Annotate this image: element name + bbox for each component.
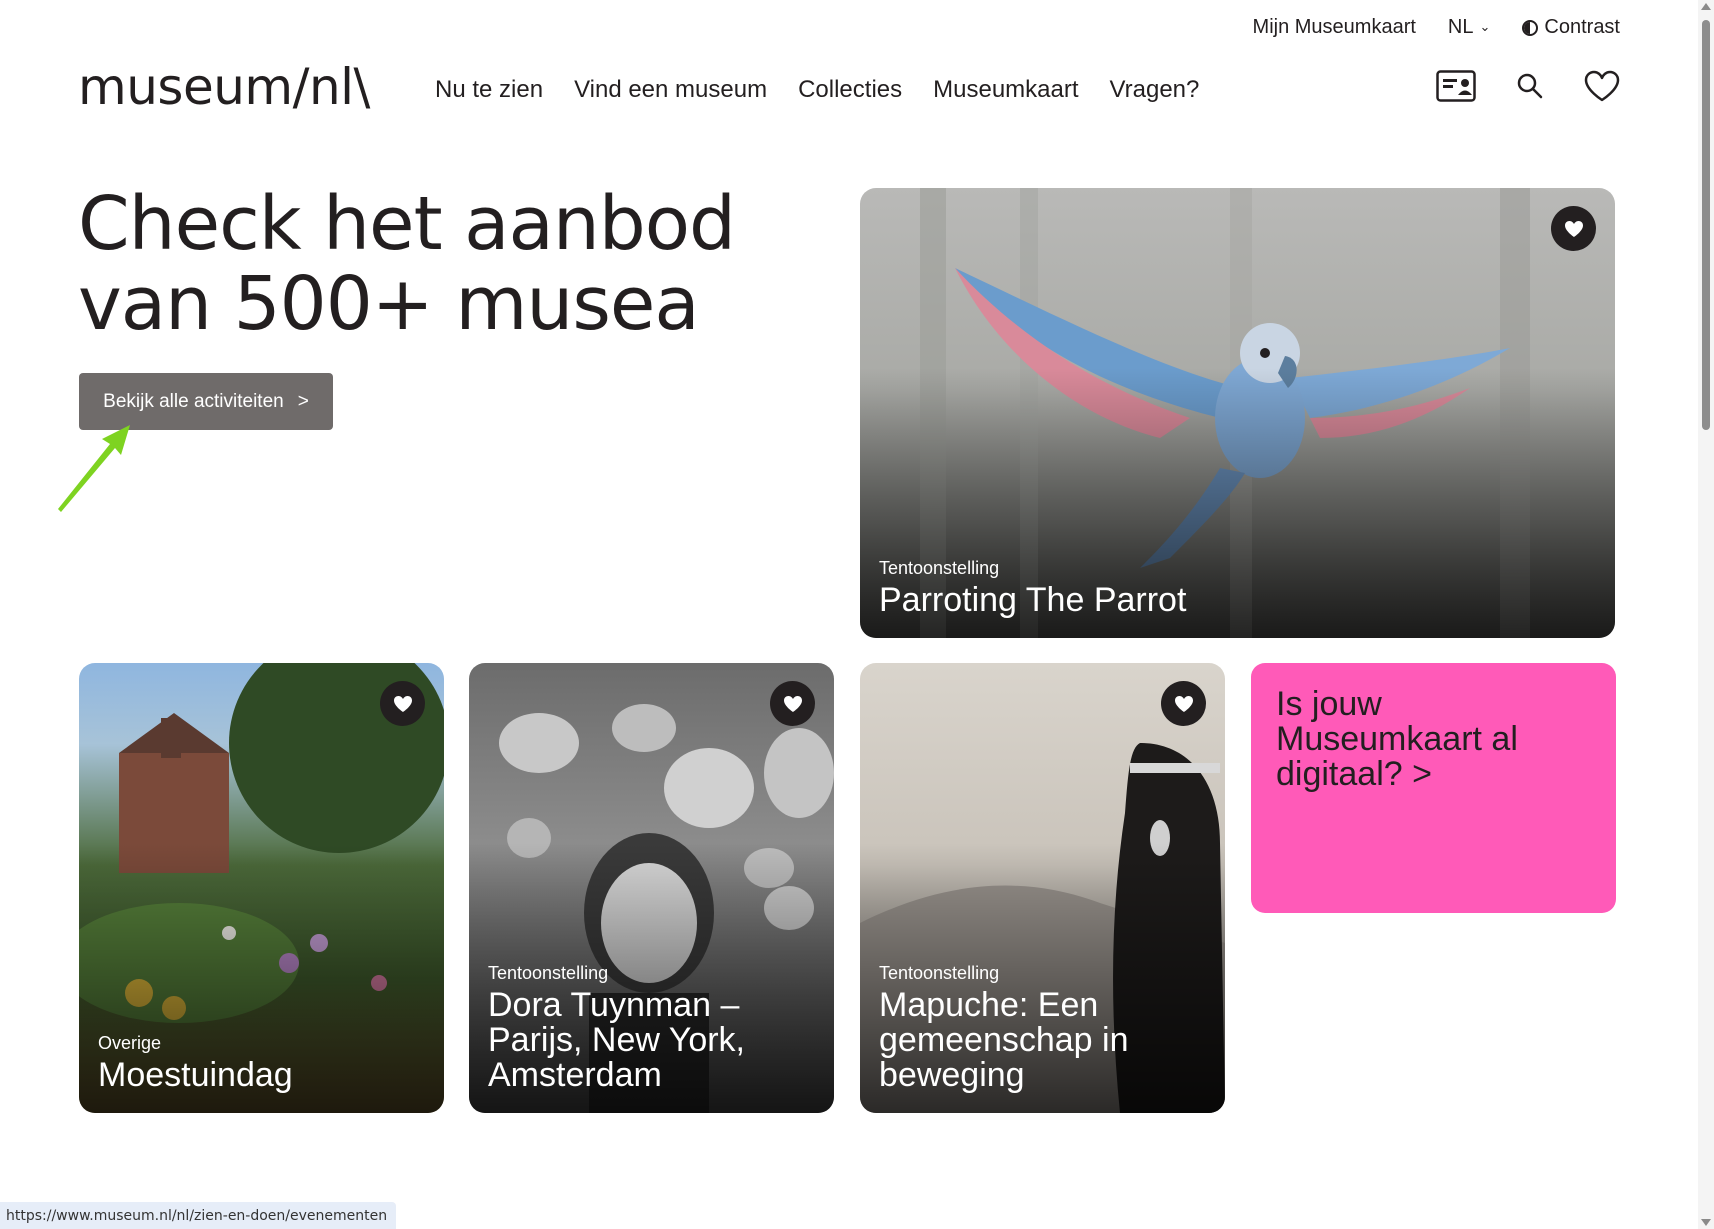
cta-chevron: > bbox=[297, 390, 309, 412]
hero-title: Check het aanbod van 500+ musea bbox=[78, 184, 838, 344]
nav-item-vragen[interactable]: Vragen? bbox=[1110, 76, 1200, 104]
favorites-heart-icon[interactable] bbox=[1584, 70, 1620, 102]
favorite-button[interactable] bbox=[1551, 206, 1596, 251]
heart-filled-icon bbox=[393, 695, 412, 712]
card-text: Tentoonstelling Dora Tuynman – Parijs, N… bbox=[488, 963, 818, 1093]
card-title: Mapuche: Een gemeenschap in beweging bbox=[879, 986, 1129, 1094]
hero-title-line2: van 500+ musea bbox=[78, 261, 700, 347]
card-type: Tentoonstelling bbox=[488, 963, 609, 983]
card-type: Overige bbox=[98, 1033, 162, 1053]
scrollbar[interactable] bbox=[1698, 0, 1714, 1229]
nav-item-vind-een-museum[interactable]: Vind een museum bbox=[574, 76, 767, 104]
heart-filled-icon bbox=[1174, 695, 1193, 712]
contrast-toggle[interactable]: Contrast bbox=[1522, 16, 1620, 39]
museumkaart-card-icon[interactable] bbox=[1436, 70, 1476, 102]
event-card-mapuche[interactable]: Tentoonstelling Mapuche: Een gemeenschap… bbox=[860, 663, 1225, 1113]
mijn-museumkaart-link[interactable]: Mijn Museumkaart bbox=[1253, 16, 1416, 39]
site-logo[interactable]: museum/nl\ bbox=[78, 58, 370, 116]
card-title: Dora Tuynman – Parijs, New York, Amsterd… bbox=[488, 986, 745, 1094]
scroll-up-icon[interactable] bbox=[1701, 3, 1711, 10]
header-icons bbox=[1436, 70, 1620, 102]
contrast-icon bbox=[1522, 19, 1539, 36]
main-nav: Nu te zien Vind een museum Collecties Mu… bbox=[435, 76, 1199, 104]
heart-filled-icon bbox=[783, 695, 802, 712]
promo-text: Is jouw Museumkaart al digitaal? > bbox=[1276, 685, 1518, 793]
heart-filled-icon bbox=[1564, 220, 1583, 237]
language-label: NL bbox=[1447, 16, 1474, 38]
card-title: Parroting The Parrot bbox=[879, 581, 1187, 619]
contrast-label: Contrast bbox=[1544, 16, 1620, 38]
digital-museumkaart-promo[interactable]: Is jouw Museumkaart al digitaal? > bbox=[1251, 663, 1616, 913]
chevron-down-icon: ⌄ bbox=[1479, 18, 1491, 34]
card-title: Moestuindag bbox=[98, 1056, 293, 1094]
scrollbar-thumb[interactable] bbox=[1702, 20, 1710, 430]
cta-label: Bekijk alle activiteiten bbox=[103, 390, 284, 412]
favorite-button[interactable] bbox=[770, 681, 815, 726]
utility-nav: Mijn Museumkaart NL ⌄ Contrast bbox=[1253, 16, 1620, 39]
card-type: Tentoonstelling bbox=[879, 558, 1000, 578]
favorite-button[interactable] bbox=[1161, 681, 1206, 726]
scroll-down-icon[interactable] bbox=[1701, 1219, 1711, 1226]
status-url: https://www.museum.nl/nl/zien-en-doen/ev… bbox=[0, 1202, 397, 1229]
hero-title-line1: Check het aanbod bbox=[78, 181, 736, 267]
search-icon[interactable] bbox=[1516, 72, 1544, 100]
nav-item-nu-te-zien[interactable]: Nu te zien bbox=[435, 76, 543, 104]
card-type: Tentoonstelling bbox=[879, 963, 1000, 983]
nav-item-museumkaart[interactable]: Museumkaart bbox=[933, 76, 1078, 104]
card-text: Tentoonstelling Mapuche: Een gemeenschap… bbox=[879, 963, 1209, 1093]
card-text: Tentoonstelling Parroting The Parrot bbox=[879, 558, 1599, 618]
annotation-arrow-icon bbox=[58, 425, 130, 512]
nav-item-collecties[interactable]: Collecties bbox=[798, 76, 902, 104]
favorite-button[interactable] bbox=[380, 681, 425, 726]
card-text: Overige Moestuindag bbox=[98, 1033, 428, 1093]
event-card-parrot[interactable]: Tentoonstelling Parroting The Parrot bbox=[860, 188, 1615, 638]
language-selector[interactable]: NL ⌄ bbox=[1448, 16, 1490, 39]
event-card-dora-tuynman[interactable]: Tentoonstelling Dora Tuynman – Parijs, N… bbox=[469, 663, 834, 1113]
event-card-moestuindag[interactable]: Overige Moestuindag bbox=[79, 663, 444, 1113]
